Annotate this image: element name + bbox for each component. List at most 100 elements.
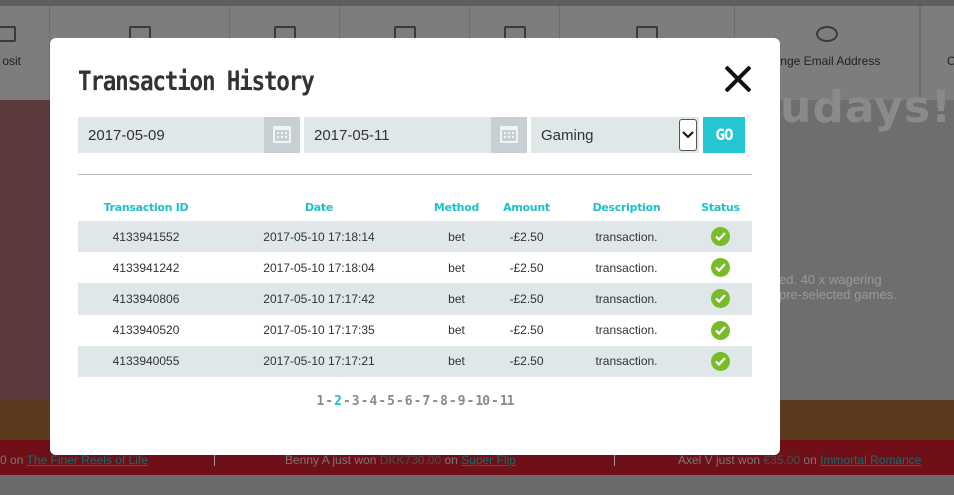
go-button[interactable]: GO: [703, 117, 745, 153]
transaction-id: 4133940055: [78, 345, 214, 377]
page-link[interactable]: 7: [422, 394, 430, 409]
ticker-divider: [614, 454, 615, 466]
page-link-current[interactable]: 2: [334, 394, 342, 409]
pagination-separator: -: [395, 394, 404, 409]
modal-title: Transaction History: [78, 66, 315, 97]
transactions-table: Transaction ID Date Method Amount Descri…: [78, 194, 752, 377]
divider: [78, 174, 752, 175]
ticker-text: on: [800, 453, 821, 467]
bg-nav-deposit: osit: [0, 6, 50, 100]
table-row: 4133940520 2017-05-10 17:17:35 bet -£2.5…: [78, 315, 752, 346]
ticker-item: Benny A just won DKK730.00 on Super Flip: [285, 453, 516, 467]
page-link[interactable]: 10: [475, 394, 490, 409]
page-link[interactable]: 3: [352, 394, 360, 409]
check-circle-icon: [711, 227, 730, 247]
transaction-description: transaction.: [564, 221, 689, 253]
transaction-amount: -£2.50: [509, 260, 544, 275]
transaction-amount: -£2.50: [509, 323, 544, 338]
pagination-separator: -: [448, 394, 457, 409]
ticker-game-link: Super Flip: [461, 453, 516, 467]
background-headline: udays!: [780, 82, 953, 133]
page-link[interactable]: 1: [316, 394, 324, 409]
chevron-down-icon[interactable]: [679, 119, 697, 151]
at-sign-icon: [816, 26, 838, 42]
transaction-history-modal: Transaction History 2017-05-09 2017-05-1…: [50, 38, 780, 455]
table-row: 4133940806 2017-05-10 17:17:42 bet -£2.5…: [78, 283, 752, 315]
page-link[interactable]: 4: [369, 394, 377, 409]
terms-line: ed. 40 x wagering: [779, 272, 882, 287]
ticker-divider: [214, 454, 215, 466]
from-date-field[interactable]: 2017-05-09: [78, 117, 300, 153]
transaction-description: transaction.: [595, 323, 658, 338]
transaction-id: 4133940520: [112, 323, 180, 338]
column-header: Method: [433, 201, 480, 214]
table-row: 4133940055 2017-05-10 17:17:21 bet -£2.5…: [78, 345, 752, 377]
terms-line: pre-selected games.: [779, 287, 897, 302]
ticker-text: Benny A just won: [285, 453, 380, 467]
transaction-date: 2017-05-10 17:17:35: [263, 323, 375, 338]
pagination-separator: -: [491, 394, 499, 409]
ticker-text: 0: [0, 453, 7, 467]
pagination-separator: -: [413, 394, 422, 409]
background-footer: [0, 475, 954, 495]
transaction-method: bet: [424, 345, 489, 377]
column-header: Date: [304, 201, 334, 214]
column-header: Transaction ID: [103, 201, 189, 214]
ticker-item: 0 on The Finer Reels of Life: [0, 453, 148, 467]
transaction-amount: -£2.50: [489, 283, 564, 315]
page-link[interactable]: 5: [387, 394, 395, 409]
close-icon[interactable]: [722, 63, 754, 95]
to-date-value: 2017-05-11: [314, 127, 390, 144]
page-link[interactable]: 8: [440, 394, 448, 409]
transaction-method: bet: [448, 323, 465, 338]
from-date-calendar-button[interactable]: [264, 117, 300, 153]
page-link[interactable]: 9: [458, 394, 466, 409]
column-header: Amount: [503, 201, 550, 214]
transaction-status: [689, 252, 752, 283]
transaction-description: transaction.: [564, 283, 689, 315]
ticker-text: on: [6, 453, 27, 467]
pagination-separator: -: [378, 394, 386, 409]
transaction-date: 2017-05-10 17:17:42: [214, 283, 424, 315]
transaction-id: 4133941242: [112, 260, 180, 275]
transaction-method: bet: [448, 260, 465, 275]
table-header-row: Transaction ID Date Method Amount Descri…: [78, 194, 752, 221]
calendar-icon: [500, 126, 518, 143]
pagination-separator: -: [325, 394, 333, 409]
page-link[interactable]: 6: [405, 394, 413, 409]
pagination-separator: -: [360, 394, 369, 409]
transaction-date: 2017-05-10 17:18:14: [214, 221, 424, 253]
ticker-game-link: Immortal Romance: [820, 453, 922, 467]
ticker-amount: €35.00: [763, 453, 801, 467]
column-header: Description: [592, 201, 661, 214]
transaction-status: [689, 283, 752, 315]
ticker-text: on: [441, 453, 462, 467]
ticker-game-link: The Finer Reels of Life: [26, 453, 148, 467]
check-circle-icon: [711, 351, 730, 371]
page-link[interactable]: 11: [500, 394, 515, 409]
pagination-separator: -: [431, 394, 439, 409]
to-date-field[interactable]: 2017-05-11: [304, 117, 527, 153]
bg-nav-label: osit: [2, 54, 21, 68]
transaction-status: [689, 345, 752, 377]
to-date-calendar-button[interactable]: [491, 117, 527, 153]
transaction-method: bet: [424, 283, 489, 315]
pagination-separator: -: [342, 394, 351, 409]
transaction-description: transaction.: [595, 260, 658, 275]
ticker-amount: DKK730.00: [379, 453, 442, 467]
table-row: 4133941242 2017-05-10 17:18:04 bet -£2.5…: [78, 252, 752, 283]
transaction-date: 2017-05-10 17:18:04: [263, 260, 375, 275]
deposit-icon: [0, 26, 16, 42]
pagination-separator: -: [466, 394, 475, 409]
transaction-description: transaction.: [564, 345, 689, 377]
background-hero-art: [0, 100, 50, 440]
column-header: Status: [701, 201, 740, 214]
check-circle-icon: [711, 289, 730, 309]
transaction-date: 2017-05-10 17:17:21: [214, 345, 424, 377]
transaction-type-select[interactable]: Gaming: [531, 117, 699, 153]
transaction-id: 4133940806: [78, 283, 214, 315]
transaction-amount: -£2.50: [489, 345, 564, 377]
transaction-type-value: Gaming: [541, 127, 594, 144]
transaction-id: 4133941552: [78, 221, 214, 253]
background-terms: ed. 40 x wagering pre-selected games.: [779, 272, 897, 302]
